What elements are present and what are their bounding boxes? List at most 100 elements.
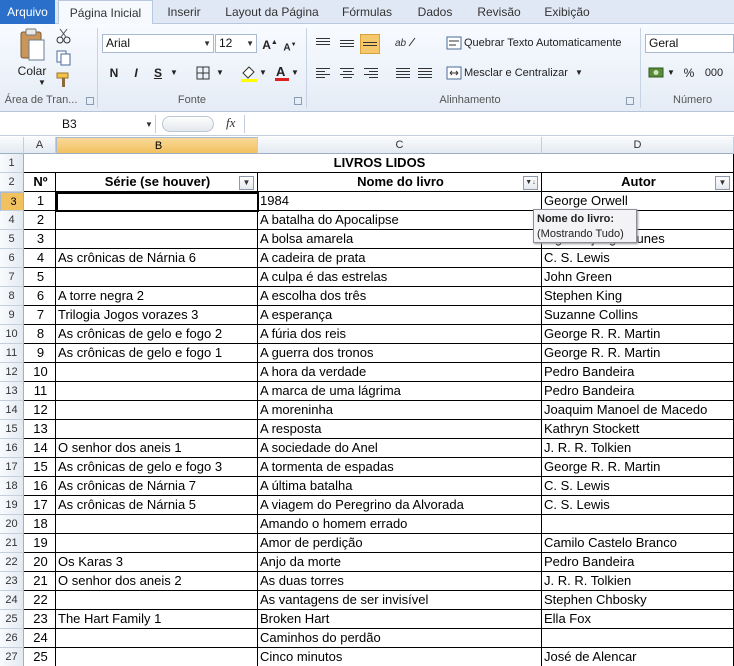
cell-serie[interactable]	[56, 591, 258, 610]
row-header[interactable]: 22	[0, 553, 24, 572]
cell-nome-do-livro[interactable]: A viagem do Peregrino da Alvorada	[258, 496, 542, 515]
cell-nome-do-livro[interactable]: A escolha dos três	[258, 287, 542, 306]
tab-layout-da-pagina[interactable]: Layout da Página	[218, 0, 326, 24]
number-format-select[interactable]: Geral	[645, 34, 734, 53]
cell-serie[interactable]: As crônicas de gelo e fogo 3	[56, 458, 258, 477]
fill-color-icon[interactable]	[240, 64, 258, 82]
borders-icon[interactable]	[196, 66, 212, 80]
row-header[interactable]: 9	[0, 306, 24, 325]
cell-numero[interactable]: 15	[24, 458, 56, 477]
row-header[interactable]: 27	[0, 648, 24, 666]
cell-serie[interactable]	[56, 420, 258, 439]
tab-revisao[interactable]: Revisão	[470, 0, 528, 24]
cell-autor[interactable]: Ella Fox	[542, 610, 734, 629]
row-header[interactable]: 16	[0, 439, 24, 458]
row-header[interactable]: 21	[0, 534, 24, 553]
cell-autor[interactable]: Stephen Chbosky	[542, 591, 734, 610]
cell-numero[interactable]: 10	[24, 363, 56, 382]
tab-formulas[interactable]: Fórmulas	[334, 0, 400, 24]
cell-nome-do-livro[interactable]: Amor de perdição	[258, 534, 542, 553]
italic-button[interactable]: I	[128, 64, 144, 82]
cell-nome-do-livro[interactable]: A resposta	[258, 420, 542, 439]
cell-nome-do-livro[interactable]: 1984	[258, 192, 542, 211]
cell-numero[interactable]: 2	[24, 211, 56, 230]
cell-autor[interactable]: C. S. Lewis	[542, 496, 734, 515]
cell-autor[interactable]: Pedro Bandeira	[542, 553, 734, 572]
cell-numero[interactable]: 21	[24, 572, 56, 591]
wrap-text-icon[interactable]	[446, 36, 462, 50]
cell-nome-do-livro[interactable]: A moreninha	[258, 401, 542, 420]
filter-dropdown-icon[interactable]: ▼	[715, 176, 730, 190]
cell-serie[interactable]	[56, 534, 258, 553]
cell-numero[interactable]: 8	[24, 325, 56, 344]
cell-nome-do-livro[interactable]: Caminhos do perdão	[258, 629, 542, 648]
cell-serie[interactable]: O senhor dos aneis 2	[56, 572, 258, 591]
tab-dados[interactable]: Dados	[410, 0, 460, 24]
row-header[interactable]: 20	[0, 515, 24, 534]
row-header[interactable]: 2	[0, 173, 24, 192]
sheet-title[interactable]: LIVROS LIDOS	[24, 154, 734, 173]
tab-arquivo[interactable]: Arquivo	[0, 0, 55, 24]
cell-autor[interactable]: J. R. R. Tolkien	[542, 439, 734, 458]
formula-bar-handle[interactable]	[162, 116, 214, 132]
fill-chevron-down-icon[interactable]: ▼	[258, 64, 268, 82]
cell-serie[interactable]	[56, 401, 258, 420]
filter-dropdown-icon[interactable]: ▼	[239, 176, 254, 190]
cell-numero[interactable]: 14	[24, 439, 56, 458]
cell-numero[interactable]: 12	[24, 401, 56, 420]
cell-autor[interactable]: Suzanne Collins	[542, 306, 734, 325]
thousands-button[interactable]: 000	[702, 64, 726, 82]
cell-serie[interactable]	[56, 211, 258, 230]
paste-icon[interactable]	[18, 28, 46, 62]
underline-chevron-down-icon[interactable]: ▼	[168, 64, 180, 82]
cell-nome-do-livro[interactable]: As duas torres	[258, 572, 542, 591]
align-left-icon[interactable]	[316, 66, 330, 78]
borders-chevron-down-icon[interactable]: ▼	[214, 64, 226, 82]
cell-autor[interactable]: Pedro Bandeira	[542, 382, 734, 401]
font-color-chevron-down-icon[interactable]: ▼	[290, 64, 300, 82]
cell-numero[interactable]: 4	[24, 249, 56, 268]
merge-chevron-down-icon[interactable]: ▼	[574, 64, 584, 82]
row-header[interactable]: 3	[0, 192, 24, 211]
cell-serie[interactable]: O senhor dos aneis 1	[56, 439, 258, 458]
cell-nome-do-livro[interactable]: A última batalha	[258, 477, 542, 496]
cell-serie[interactable]: As crônicas de gelo e fogo 1	[56, 344, 258, 363]
column-header-a[interactable]: A	[24, 137, 56, 154]
cell-serie[interactable]: Os Karas 3	[56, 553, 258, 572]
row-header[interactable]: 5	[0, 230, 24, 249]
header-autor[interactable]: Autor	[542, 173, 734, 192]
cell-autor[interactable]: George R. R. Martin	[542, 344, 734, 363]
cell-serie[interactable]: The Hart Family 1	[56, 610, 258, 629]
cell-serie[interactable]: As crônicas de Nárnia 7	[56, 477, 258, 496]
percent-button[interactable]: %	[682, 64, 696, 82]
cell-serie[interactable]	[56, 382, 258, 401]
row-header[interactable]: 18	[0, 477, 24, 496]
cell-numero[interactable]: 16	[24, 477, 56, 496]
name-box-chevron-down-icon[interactable]: ▼	[145, 120, 153, 129]
underline-button[interactable]: S	[150, 64, 166, 82]
column-header-d[interactable]: D	[542, 137, 734, 154]
header-serie[interactable]: Série (se houver)	[56, 173, 258, 192]
sort-filter-icon[interactable]: ▼↓	[523, 176, 538, 190]
column-header-c[interactable]: C	[258, 137, 542, 154]
cell-serie[interactable]: A torre negra 2	[56, 287, 258, 306]
cell-nome-do-livro[interactable]: A cadeira de prata	[258, 249, 542, 268]
cell-autor[interactable]: C. S. Lewis	[542, 477, 734, 496]
bold-button[interactable]: N	[106, 64, 122, 82]
cell-numero[interactable]: 19	[24, 534, 56, 553]
clipboard-launcher-icon[interactable]	[86, 97, 94, 105]
name-box[interactable]: B3	[2, 115, 156, 133]
cell-nome-do-livro[interactable]: A batalha do Apocalipse	[258, 211, 542, 230]
cell-autor[interactable]: Joaquim Manoel de Macedo	[542, 401, 734, 420]
cell-nome-do-livro[interactable]: A marca de uma lágrima	[258, 382, 542, 401]
row-header[interactable]: 12	[0, 363, 24, 382]
cell-serie[interactable]	[56, 648, 258, 666]
cell-serie[interactable]: Trilogia Jogos vorazes 3	[56, 306, 258, 325]
shrink-font-icon[interactable]: A▼	[282, 36, 298, 54]
orientation-icon[interactable]: ab	[394, 34, 418, 50]
cell-nome-do-livro[interactable]: A culpa é das estrelas	[258, 268, 542, 287]
font-color-icon[interactable]: A	[274, 64, 290, 82]
paste-chevron-down-icon[interactable]: ▼	[36, 74, 48, 92]
wrap-text-button[interactable]: Quebrar Texto Automaticamente	[464, 34, 636, 52]
currency-icon[interactable]	[648, 66, 666, 80]
